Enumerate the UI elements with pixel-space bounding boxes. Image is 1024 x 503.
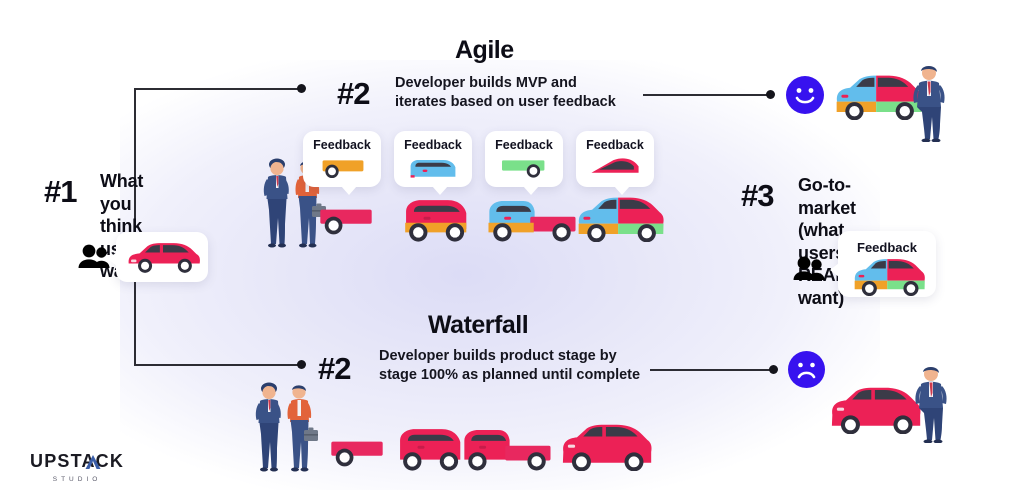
agile-stage-3-product xyxy=(488,201,576,242)
agile-stage-2-product xyxy=(405,200,467,242)
sad-face-icon xyxy=(788,351,825,388)
connector-waterfall-to-outcome xyxy=(650,369,774,371)
orange-cart-icon xyxy=(322,160,364,179)
people-icon xyxy=(78,244,110,268)
step1-number: #1 xyxy=(44,174,77,209)
waterfall-stage-4-product xyxy=(562,424,652,471)
brand-logo: UPSTACK STUDIO xyxy=(30,452,124,483)
brand-sub: STUDIO xyxy=(52,476,102,483)
connector-agile-to-outcome xyxy=(643,94,771,96)
agile-feedback-card-4: Feedback xyxy=(576,131,654,195)
waterfall-stage-1-product xyxy=(331,441,383,467)
connector-to-waterfall xyxy=(134,364,302,366)
blue-cabin-icon xyxy=(410,160,456,178)
logo-a-mark xyxy=(85,455,101,469)
agile-feedback-label-2: Feedback xyxy=(404,138,462,152)
connector-to-agile xyxy=(134,88,302,90)
agile-description: Developer builds MVP and iterates based … xyxy=(395,75,616,111)
connector-dot-waterfall xyxy=(297,360,306,369)
step3-feedback-label: Feedback xyxy=(857,240,917,255)
agile-feedback-card-1: Feedback xyxy=(303,131,381,195)
waterfall-step-number: #2 xyxy=(318,351,351,386)
agile-feedback-card-2: Feedback xyxy=(394,131,472,195)
step1-car-bubble xyxy=(108,232,208,282)
red-hatchback-car xyxy=(128,243,200,273)
waterfall-stage-2-product xyxy=(400,429,461,471)
step3-four-color-car xyxy=(854,259,925,296)
happy-face-icon xyxy=(786,76,824,114)
agile-feedback-label-3: Feedback xyxy=(495,138,553,152)
agile-feedback-label-4: Feedback xyxy=(586,138,644,152)
agile-outcome-person xyxy=(913,66,945,142)
agile-feedback-label-1: Feedback xyxy=(313,138,371,152)
waterfall-description: Developer builds product stage by stage … xyxy=(379,348,641,384)
connector-dot-agile-outcome xyxy=(766,90,775,99)
two-builders-waterfall xyxy=(255,382,318,472)
agile-feedback-card-3: Feedback xyxy=(485,131,563,195)
step3-feedback-bubble: Feedback xyxy=(830,231,936,297)
agile-step-number: #2 xyxy=(337,76,370,111)
pink-roof-icon xyxy=(591,158,639,173)
waterfall-stage-3-product xyxy=(464,430,551,471)
agile-stage-4-product xyxy=(578,197,664,242)
agile-title: Agile xyxy=(455,36,514,64)
connector-dot-waterfall-outcome xyxy=(769,365,778,374)
connector-dot-agile xyxy=(297,84,306,93)
people-icon-step3 xyxy=(793,256,825,280)
infographic-canvas: #1 What you think users want Agile #2 De… xyxy=(0,0,1024,503)
waterfall-title: Waterfall xyxy=(428,311,529,339)
step3-number: #3 xyxy=(741,178,774,213)
agile-stage-1-product xyxy=(320,209,372,235)
green-flatbed-icon xyxy=(502,160,545,178)
waterfall-outcome-person xyxy=(915,367,947,443)
brand-name: UPSTACK xyxy=(30,451,125,471)
